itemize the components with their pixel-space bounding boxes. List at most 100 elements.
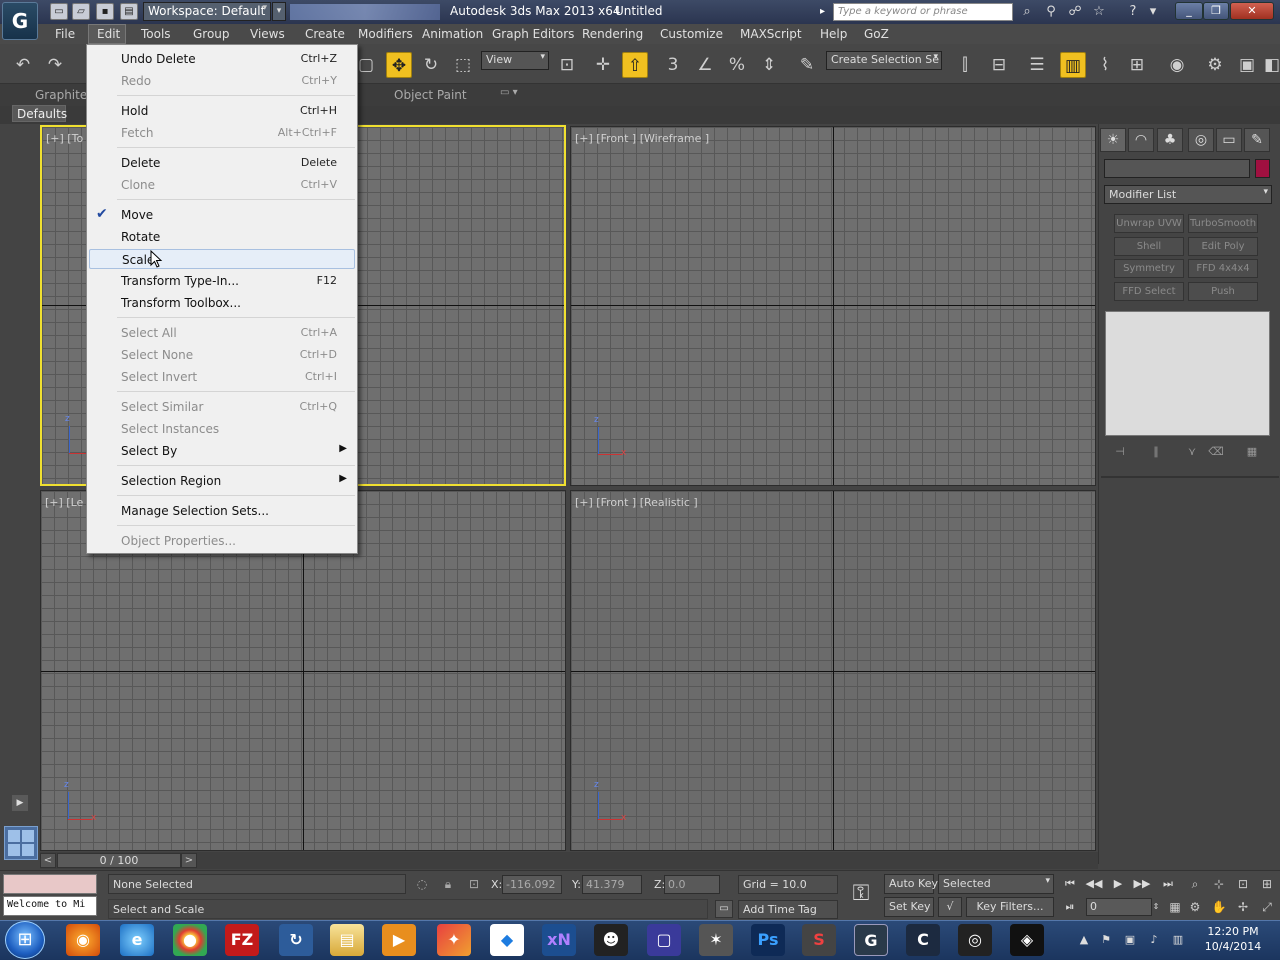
menu-item-fetch[interactable]: Fetch Alt+Ctrl+F [89,123,355,143]
defaults-tab[interactable]: Defaults [12,105,67,122]
play-animation-icon[interactable]: ▶ [1108,876,1128,892]
modifier-button-unwrap-uvw[interactable]: Unwrap UVW [1114,214,1184,233]
motion-panel-tab-icon[interactable]: ◎ [1188,128,1214,152]
binoculars-icon[interactable]: ⌕ [1018,3,1036,21]
previous-frame-icon[interactable]: ◀◀ [1084,876,1104,892]
menu-item-selection-region[interactable]: Selection Region ▶ [89,471,355,491]
tray-clock[interactable]: 12:20 PM 10/4/2014 [1197,924,1269,956]
set-keys-key-icon[interactable]: ⚿ [846,880,876,908]
zoom-extents-icon[interactable]: ⊡ [1234,875,1252,893]
key-mode-select[interactable]: Selected ▾ [938,874,1054,894]
ribbon-tab-graphite[interactable]: Graphite [35,88,87,102]
render-production-icon[interactable]: ◧ [1264,52,1280,78]
go-to-start-icon[interactable]: ⏮ [1060,876,1080,892]
menu-item-select-none[interactable]: Select None Ctrl+D [89,345,355,365]
auto-key-button[interactable]: Auto Key [884,874,938,894]
mudbox-icon[interactable]: ☻ [594,924,628,956]
quick-access-dropdown[interactable]: ▾ [272,2,286,21]
pin-stack-icon[interactable]: ⊣ [1112,444,1128,460]
menu-goz[interactable]: GoZ [864,27,889,41]
menu-edit[interactable]: Edit [97,27,120,41]
menu-animation[interactable]: Animation [422,27,483,41]
modifier-button-ffd-4x4x4[interactable]: FFD 4x4x4 [1188,259,1258,278]
graphite-toggle-icon[interactable]: ▥ [1060,52,1086,78]
redo-icon[interactable]: ↷ [42,52,68,78]
menu-item-scale[interactable]: Scale [89,249,355,269]
3dsmax-taskbar-icon[interactable]: G [854,924,888,956]
viewport-layout-icon[interactable] [4,826,38,860]
viewport-front-wireframe[interactable]: [+] [Front ] [Wireframe ] zx [570,126,1096,486]
orbit-icon[interactable]: ✢ [1234,898,1252,916]
show-end-result-icon[interactable]: ∥ [1148,444,1164,460]
chrome-icon[interactable]: ● [173,924,207,956]
utilities-panel-tab-icon[interactable]: ✎ [1244,128,1270,152]
dropbox-icon[interactable]: ◆ [490,924,524,956]
menu-item-select-invert[interactable]: Select Invert Ctrl+I [89,367,355,387]
tray-network-icon[interactable]: ▣ [1122,932,1138,948]
current-frame-input[interactable]: 0 [1086,898,1152,916]
menu-item-manage-selection-sets[interactable]: Manage Selection Sets... [89,501,355,521]
modify-panel-tab-icon[interactable]: ◠ [1128,128,1154,152]
align-icon[interactable]: ⊟ [986,52,1012,78]
schematic-view-icon[interactable]: ⊞ [1124,52,1150,78]
y-coord-input[interactable]: 41.379 [582,875,642,894]
modifier-button-ffd-select[interactable]: FFD Select [1114,282,1184,301]
firefox-icon[interactable]: ◉ [66,924,100,956]
zoom-icon[interactable]: ⌕ [1186,875,1204,893]
angle-snap-icon[interactable]: ∠ [692,52,718,78]
modifier-button-symmetry[interactable]: Symmetry [1114,259,1184,278]
modifier-button-edit-poly[interactable]: Edit Poly [1188,237,1258,256]
xnview-icon[interactable]: xN [542,924,576,956]
menu-graph-editors[interactable]: Graph Editors [492,27,574,41]
mirror-icon[interactable]: ⫿ [952,52,978,78]
x-coord-input[interactable]: -116.092 [502,875,562,894]
modifier-button-shell[interactable]: Shell [1114,237,1184,256]
material-editor-icon[interactable]: ◉ [1164,52,1190,78]
edit-named-selection-icon[interactable]: ✎ [794,52,820,78]
menu-item-object-properties[interactable]: Object Properties... [89,531,355,551]
photoshop-icon[interactable]: Ps [751,924,785,956]
sync-icon[interactable]: ↻ [279,924,313,956]
key-mode-toggle-icon[interactable]: ⏯ [1060,899,1080,915]
communication-icon[interactable]: ☍ [1066,3,1084,21]
viewport-label[interactable]: [+] [Front ] [Realistic ] [575,496,698,509]
menu-item-delete[interactable]: Delete Delete [89,153,355,173]
help-dropdown-icon[interactable]: ▾ [1144,3,1162,21]
zbrush-icon[interactable]: ✶ [699,924,733,956]
file-explorer-icon[interactable]: ▤ [330,924,364,956]
menu-item-transform-toolbox[interactable]: Transform Toolbox... [89,293,355,313]
viewport-label[interactable]: [+] [To [46,132,83,145]
go-to-end-icon[interactable]: ⏭ [1158,876,1178,892]
field-of-view-icon[interactable]: ▦ [1166,898,1184,916]
menu-tools[interactable]: Tools [141,27,171,41]
help-icon[interactable]: ? [1124,3,1142,21]
undo-icon[interactable]: ↶ [10,52,36,78]
render-setup-icon[interactable]: ⚙ [1202,52,1228,78]
percent-snap-icon[interactable]: % [724,52,750,78]
menu-item-undo-delete[interactable]: Undo Delete Ctrl+Z [89,49,355,69]
menu-maxscript[interactable]: MAXScript [740,27,802,41]
zoom-extents-all-icon[interactable]: ⊞ [1258,875,1276,893]
menu-rendering[interactable]: Rendering [582,27,643,41]
reference-coordinate-select[interactable]: View ▾ [481,51,549,70]
time-configuration-icon[interactable]: ⚙ [1186,898,1204,916]
menu-item-hold[interactable]: Hold Ctrl+H [89,101,355,121]
object-color-swatch[interactable] [1255,159,1270,178]
viewport-label[interactable]: [+] [Le [45,496,83,509]
app-window-icon[interactable]: ▢ [647,924,681,956]
start-button[interactable]: ⊞ [5,921,45,959]
key-filters-button[interactable]: Key Filters... [966,897,1054,917]
menu-views[interactable]: Views [250,27,285,41]
open-file-icon[interactable]: ▱ [72,3,90,20]
add-time-tag-button[interactable]: Add Time Tag [738,900,838,919]
ribbon-options-icon[interactable]: ▭ ▾ [500,87,518,98]
object-name-field[interactable] [1104,159,1250,178]
cinema4d-icon[interactable]: C [906,924,940,956]
menu-item-select-all[interactable]: Select All Ctrl+A [89,323,355,343]
menu-item-redo[interactable]: Redo Ctrl+Y [89,71,355,91]
select-manipulate-icon[interactable]: ✛ [590,52,616,78]
tray-expand-icon[interactable]: ▲ [1076,932,1092,948]
search-expand-icon[interactable]: ▸ [820,3,832,21]
media-player-icon[interactable]: ▶ [382,924,416,956]
close-button[interactable]: ✕ [1230,2,1274,20]
